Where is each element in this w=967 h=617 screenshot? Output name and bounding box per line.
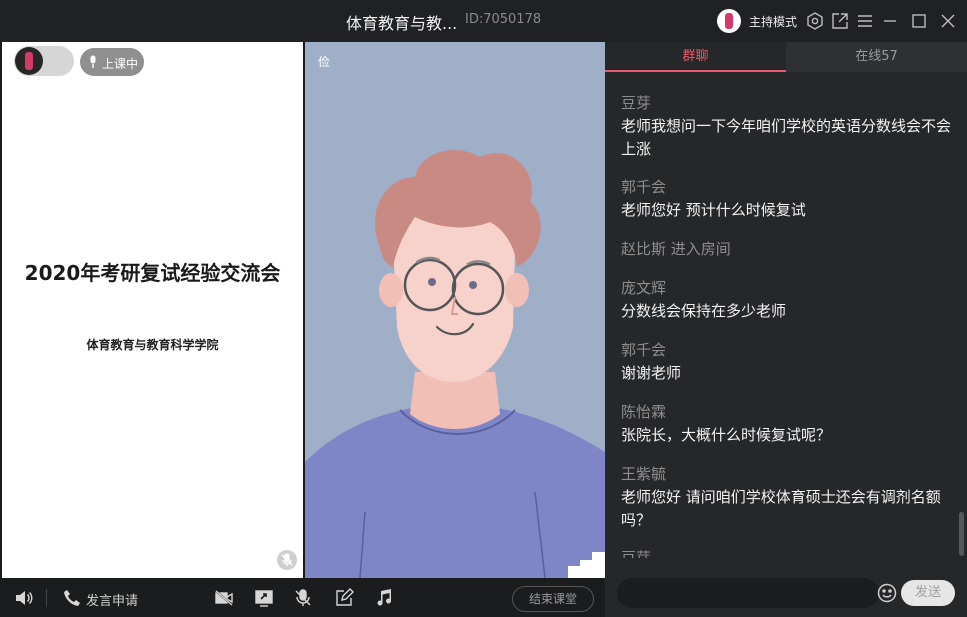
message-sender: 豆芽 — [621, 549, 652, 558]
camera-off-icon[interactable] — [214, 588, 234, 608]
system-message: 赵比斯 进入房间 — [621, 240, 731, 258]
chat-tabs: 群聊 在线57 — [605, 42, 967, 72]
participant-name: 俭 — [318, 55, 331, 69]
chat-input[interactable] — [617, 578, 879, 608]
end-class-button[interactable]: 结束课堂 — [512, 586, 594, 612]
maximize-icon[interactable] — [909, 11, 929, 31]
raise-hand-button[interactable]: 发言申请 — [86, 590, 138, 609]
microphone-icon — [90, 55, 96, 68]
title-bar: 体育教育与教... ID:7050178 主持模式 — [0, 0, 967, 42]
edit-icon[interactable] — [334, 588, 354, 608]
send-button[interactable]: 发送 — [901, 580, 955, 606]
video-panel: 俭 — [305, 42, 605, 578]
message-text: 张院长，大概什么时候复试呢？ — [621, 426, 832, 444]
screen-share-icon[interactable] — [254, 588, 274, 608]
message-sender: 王紫毓 — [621, 465, 667, 483]
menu-icon[interactable] — [855, 11, 875, 31]
message-sender: 郭千会 — [621, 178, 667, 196]
microphone-icon[interactable] — [293, 588, 313, 608]
message-sender: 豆芽 — [621, 94, 652, 112]
chat-scrollbar[interactable] — [959, 512, 964, 556]
music-icon[interactable] — [374, 588, 394, 608]
toolbar-separator — [46, 589, 47, 607]
message-sender: 陈怡霖 — [621, 403, 667, 421]
slide-panel: 上课中 2020年考研复试经验交流会 体育教育与教育科学学院 — [2, 42, 303, 578]
tab-online-users[interactable]: 在线57 — [786, 42, 967, 72]
default-avatar-illustration — [305, 149, 605, 578]
settings-icon[interactable] — [805, 11, 825, 31]
class-status-badge: 上课中 — [80, 48, 144, 76]
message-list: 豆芽 老师我想问一下今年咱们学校的英语分数线会不会上涨 郭千会 老师您好 预计什… — [605, 72, 960, 558]
message-text: 分数线会保持在多少老师 — [621, 302, 787, 320]
tab-group-chat[interactable]: 群聊 — [605, 42, 786, 72]
list-item: 王紫毓 老师您好 请问咱们学校体育硕士还会有调剂名额吗？ — [621, 463, 951, 532]
room-id: ID:7050178 — [465, 12, 542, 27]
list-item: 郭千会 老师您好 预计什么时候复试 — [621, 176, 951, 222]
corner-watermark — [568, 552, 605, 578]
slide-title: 2020年考研复试经验交流会 — [24, 261, 281, 285]
list-item: 陈怡霖 张院长，大概什么时候复试呢？ — [621, 401, 951, 447]
bottom-toolbar: 发言申请 结束课堂 — [0, 578, 605, 617]
message-text: 谢谢老师 — [621, 364, 682, 382]
list-item: 郭千会 谢谢老师 — [621, 339, 951, 385]
list-item: 庞文辉 分数线会保持在多少老师 — [621, 277, 951, 323]
message-sender: 郭千会 — [621, 341, 667, 359]
mic-muted-icon — [277, 550, 297, 570]
message-text: 老师您好 请问咱们学校体育硕士还会有调剂名额吗？ — [621, 488, 941, 529]
host-avatar[interactable] — [717, 9, 741, 33]
close-icon[interactable] — [938, 11, 958, 31]
host-thumbnail — [15, 47, 43, 75]
minimize-icon[interactable] — [880, 11, 900, 31]
message-text: 老师我想问一下今年咱们学校的英语分数线会不会上涨 — [621, 117, 952, 158]
slide-subtitle: 体育教育与教育科学学院 — [86, 338, 219, 352]
list-item: 豆芽 — [621, 547, 951, 558]
class-status-label: 上课中 — [102, 57, 139, 71]
emoji-icon[interactable] — [876, 582, 898, 604]
window-title: 体育教育与教... — [346, 14, 458, 33]
message-text: 老师您好 预计什么时候复试 — [621, 201, 806, 219]
volume-icon[interactable] — [14, 588, 34, 608]
host-mode-label[interactable]: 主持模式 — [749, 13, 797, 30]
camera-toggle[interactable] — [14, 46, 74, 76]
phone-icon[interactable] — [62, 588, 82, 608]
list-item: 豆芽 老师我想问一下今年咱们学校的英语分数线会不会上涨 — [621, 92, 951, 161]
message-sender: 庞文辉 — [621, 279, 667, 297]
external-link-icon[interactable] — [830, 11, 850, 31]
chat-panel: 群聊 在线57 豆芽 老师我想问一下今年咱们学校的英语分数线会不会上涨 郭千会 … — [605, 42, 967, 617]
